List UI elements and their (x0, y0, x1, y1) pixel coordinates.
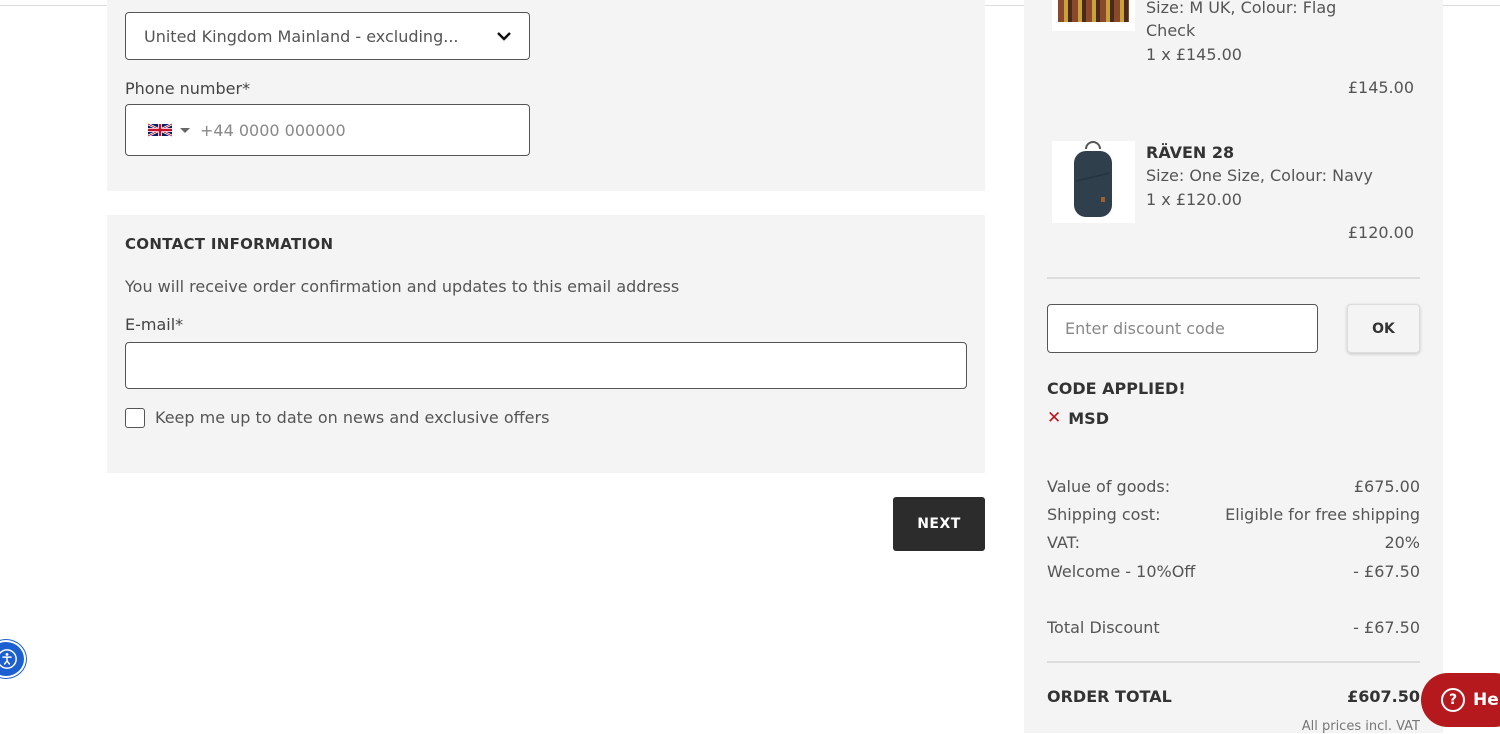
apply-discount-button[interactable]: OK (1347, 304, 1420, 353)
item-details-cont: Check (1146, 21, 1196, 40)
country-select-value: United Kingdom Mainland - excluding... (144, 26, 459, 46)
code-applied-label: CODE APPLIED! (1047, 379, 1186, 398)
remove-code-icon[interactable]: ✕ (1047, 408, 1061, 428)
discount-placeholder: Enter discount code (1065, 319, 1225, 338)
chevron-down-icon (497, 31, 511, 41)
help-icon: ? (1441, 688, 1465, 712)
product-image-backpack (1052, 141, 1135, 223)
item-details: Size: M UK, Colour: Flag (1146, 0, 1337, 17)
item-details: Size: One Size, Colour: Navy (1146, 166, 1373, 185)
summary-value: £675.00 (1353, 477, 1420, 496)
applied-code: ✕ MSD (1047, 408, 1109, 428)
phone-label: Phone number* (125, 79, 251, 98)
vat-note: All prices incl. VAT (1301, 719, 1420, 734)
item-qty-price: 1 x £145.00 (1146, 45, 1242, 64)
newsletter-checkbox[interactable] (125, 408, 145, 428)
divider (1047, 277, 1420, 279)
total-discount-value: - £67.50 (1353, 618, 1420, 637)
next-button[interactable]: NEXT (893, 497, 985, 551)
item-qty-price: 1 x £120.00 (1146, 190, 1242, 209)
caret-down-icon[interactable] (180, 127, 190, 133)
country-select[interactable]: United Kingdom Mainland - excluding... (125, 12, 530, 60)
summary-value: Eligible for free shipping (1225, 505, 1420, 524)
phone-placeholder: +44 0000 000000 (200, 120, 346, 140)
order-total-value: £607.50 (1347, 687, 1420, 706)
contact-panel: CONTACT INFORMATION You will receive ord… (107, 215, 985, 473)
total-discount-label: Total Discount (1047, 618, 1160, 637)
item-name: RÄVEN 28 (1146, 143, 1235, 162)
summary-value: 20% (1384, 533, 1420, 552)
divider (1047, 661, 1420, 663)
newsletter-label[interactable]: Keep me up to date on news and exclusive… (155, 408, 549, 427)
shipping-panel: United Kingdom Mainland - excluding... P… (107, 0, 985, 191)
summary-label: Welcome - 10%Off (1047, 562, 1196, 581)
item-total: £145.00 (1347, 78, 1414, 97)
uk-flag-icon[interactable] (148, 123, 172, 137)
accessibility-button[interactable] (0, 640, 26, 678)
summary-value: - £67.50 (1353, 562, 1420, 581)
summary-label: Shipping cost: (1047, 505, 1161, 524)
email-label: E-mail* (125, 315, 184, 334)
order-total-label: ORDER TOTAL (1047, 687, 1172, 706)
applied-code-name: MSD (1068, 408, 1109, 428)
email-input[interactable] (125, 342, 967, 389)
help-button[interactable]: ? He (1421, 673, 1500, 727)
phone-input[interactable]: +44 0000 000000 (125, 104, 530, 156)
order-summary: Size: M UK, Colour: Flag Check 1 x £145.… (1024, 0, 1443, 734)
item-total: £120.00 (1347, 223, 1414, 242)
accessibility-icon (0, 649, 17, 669)
discount-code-input[interactable]: Enter discount code (1047, 304, 1318, 353)
contact-description: You will receive order confirmation and … (125, 277, 680, 296)
help-label: He (1473, 690, 1499, 710)
summary-label: VAT: (1047, 533, 1081, 552)
summary-label: Value of goods: (1047, 477, 1171, 496)
contact-title: CONTACT INFORMATION (125, 235, 334, 253)
product-image-shirt (1052, 0, 1135, 31)
